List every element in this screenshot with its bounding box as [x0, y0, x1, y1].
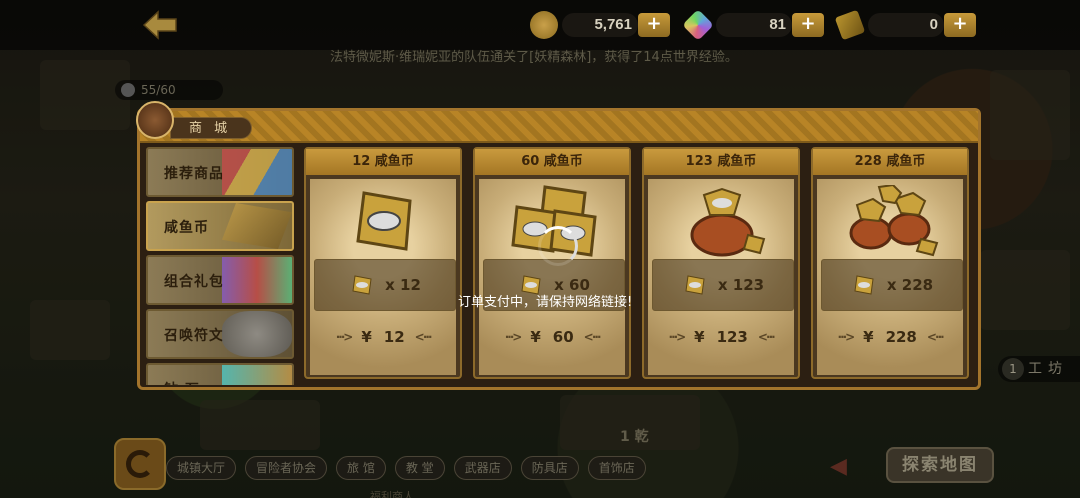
add-gem-button[interactable]: + [792, 13, 824, 37]
ornament-right-icon: <⋅⋅⋅ [926, 330, 945, 344]
back-button[interactable] [142, 10, 178, 40]
shop-item-card[interactable]: 123 咸鱼币 x 123 ⋅⋅⋅> ¥ 123 <⋅⋅⋅ [642, 147, 800, 379]
nav-church[interactable]: 教 堂 [394, 456, 445, 480]
home-menu-button[interactable] [114, 438, 166, 490]
currency-symbol: ¥ [361, 328, 372, 346]
gift-box-icon [222, 149, 292, 195]
scroll-left-icon[interactable]: ◀ [830, 454, 860, 480]
price-value: 12 [383, 328, 405, 346]
item-name: 12 咸鱼币 [306, 149, 460, 175]
ornament-left-icon: ⋅⋅⋅> [335, 330, 354, 344]
item-name: 60 咸鱼币 [475, 149, 629, 175]
category-summon-runes[interactable]: 召唤符文 [146, 309, 294, 359]
item-count: x 228 [886, 276, 934, 294]
item-quantity: x 123 [652, 259, 794, 311]
shop-category-list[interactable]: 推荐商品 咸鱼币 组合礼包 召唤符文 钻 石 [146, 147, 296, 385]
gem-amount: 81 [716, 13, 792, 37]
nav-armor-shop[interactable]: 防具店 [520, 456, 579, 480]
fish-coin-counter: 0 + [834, 9, 976, 41]
fish-coin-icon [685, 275, 705, 295]
shop-header [140, 111, 978, 143]
loading-spinner-icon [538, 226, 578, 266]
currency-symbol: ¥ [530, 328, 541, 346]
category-label: 推荐商品 [164, 166, 224, 182]
bottom-nav: 城镇大厅 冒险者协会 旅 馆 教 堂 武器店 防具店 首饰店 [166, 456, 655, 480]
category-label: 召唤符文 [164, 328, 224, 344]
item-price[interactable]: ⋅⋅⋅> ¥ 123 <⋅⋅⋅ [644, 325, 798, 349]
ornament-left-icon: ⋅⋅⋅> [668, 330, 686, 344]
item-count: x 123 [717, 276, 765, 294]
category-label: 咸鱼币 [164, 220, 209, 236]
ornament-left-icon: ⋅⋅⋅> [504, 330, 523, 344]
nav-jewelry-shop[interactable]: 首饰店 [587, 456, 646, 480]
menu-ring-icon [126, 450, 154, 478]
item-price[interactable]: ⋅⋅⋅> ¥ 12 <⋅⋅⋅ [306, 325, 460, 349]
item-quantity: x 12 [314, 259, 456, 311]
fish-coin-amount: 0 [868, 13, 944, 37]
item-name: 228 咸鱼币 [813, 149, 967, 175]
building-badge: 1 乾 [620, 429, 649, 445]
fish-coin-icon [356, 191, 412, 251]
category-label: 组合礼包 [164, 274, 224, 290]
population-value: 55/60 [141, 83, 176, 97]
rune-stone-icon [222, 311, 292, 357]
population-counter: 55/60 [115, 80, 223, 100]
category-recommended[interactable]: 推荐商品 [146, 147, 294, 197]
world-announcement: 法特微妮斯·维瑞妮亚的队伍通关了[妖精森林]，获得了14点世界经验。 [330, 50, 738, 65]
welfare-merchant-label: 福利商人 [370, 490, 414, 498]
fish-coin-sack-icon [690, 187, 766, 257]
ornament-right-icon: <⋅⋅⋅ [414, 330, 433, 344]
fish-coin-icon [854, 275, 874, 295]
workshop-label: 工坊 [1028, 361, 1068, 377]
category-label: 钻 石 [164, 379, 200, 385]
category-bundles[interactable]: 组合礼包 [146, 255, 294, 305]
bundle-icon [222, 257, 292, 303]
item-quantity: x 228 [821, 259, 963, 311]
nav-weapon-shop[interactable]: 武器店 [453, 456, 512, 480]
category-fish-coins[interactable]: 咸鱼币 [146, 201, 294, 251]
item-price[interactable]: ⋅⋅⋅> ¥ 228 <⋅⋅⋅ [813, 325, 967, 349]
ornament-right-icon: <⋅⋅⋅ [757, 330, 776, 344]
add-gold-button[interactable]: + [638, 13, 670, 37]
item-price[interactable]: ⋅⋅⋅> ¥ 60 <⋅⋅⋅ [475, 325, 629, 349]
gem-counter: 81 + [682, 9, 824, 41]
fish-coin-icon [222, 203, 292, 249]
payment-toast: 订单支付中，请保持网络链接! [458, 295, 633, 310]
workshop-count: 1 [1002, 358, 1024, 380]
currency-symbol: ¥ [694, 328, 705, 346]
nav-adventurer-guild[interactable]: 冒险者协会 [245, 456, 328, 480]
gold-counter: 5,761 + [530, 11, 670, 39]
item-name: 123 咸鱼币 [644, 149, 798, 175]
ornament-right-icon: <⋅⋅⋅ [583, 330, 602, 344]
person-icon [121, 83, 135, 97]
shop-icon [136, 101, 174, 139]
category-diamonds[interactable]: 钻 石 [146, 363, 294, 385]
currency-symbol: ¥ [863, 328, 874, 346]
fish-coin-sacks-icon [849, 185, 939, 257]
shop-title: 商 城 [170, 117, 252, 139]
gold-coin-icon [530, 11, 558, 39]
currency-bar: 5,761 + 81 + 0 + [0, 0, 1080, 50]
price-value: 60 [552, 328, 574, 346]
explore-map-button[interactable]: 探索地图 [886, 447, 994, 483]
rainbow-gem-icon [682, 9, 714, 41]
item-count: x 12 [385, 276, 421, 294]
shop-item-card[interactable]: 228 咸鱼币 x 228 ⋅⋅⋅> ¥ 228 <⋅⋅⋅ [811, 147, 969, 379]
diamond-icon [222, 365, 292, 385]
shop-item-grid: 12 咸鱼币 x 12 ⋅⋅⋅> ¥ 12 <⋅⋅⋅ 60 咸鱼币 x 60 ⋅… [304, 147, 972, 379]
nav-inn[interactable]: 旅 馆 [336, 456, 386, 480]
ornament-left-icon: ⋅⋅⋅> [837, 330, 855, 344]
back-arrow-icon [142, 10, 177, 40]
fish-coin-icon [352, 275, 372, 295]
gold-amount: 5,761 [562, 13, 638, 37]
fish-coin-icon [834, 9, 866, 41]
shop-item-card[interactable]: 12 咸鱼币 x 12 ⋅⋅⋅> ¥ 12 <⋅⋅⋅ [304, 147, 462, 379]
workshop-button[interactable]: 1 工坊 [998, 356, 1080, 382]
price-value: 228 [885, 328, 917, 346]
price-value: 123 [716, 328, 748, 346]
nav-town-hall[interactable]: 城镇大厅 [166, 456, 237, 480]
add-fish-coin-button[interactable]: + [944, 13, 976, 37]
